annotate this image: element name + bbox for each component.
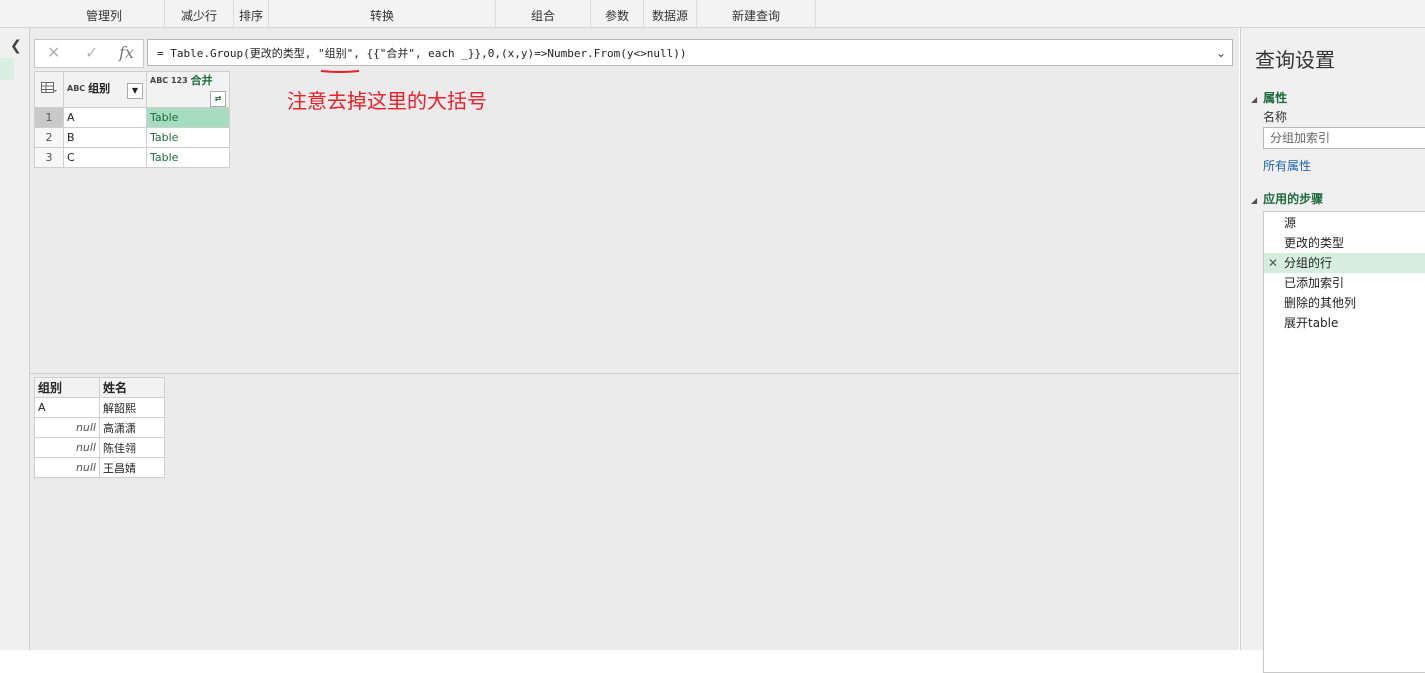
table-menu-icon[interactable] — [34, 71, 64, 108]
step-label: 更改的类型 — [1284, 236, 1345, 250]
ribbon-group-new-query[interactable]: 新建查询 — [697, 0, 816, 27]
collapse-triangle-icon[interactable]: ◢ — [1251, 196, 1257, 205]
collapse-triangle-icon[interactable]: ◢ — [1251, 95, 1257, 104]
step-item-active[interactable]: ✕ 分组的行 — [1264, 253, 1425, 273]
ribbon-groups: 管理列 减少行 排序 转换 组合 参数 数据源 新建查询 — [0, 0, 1425, 28]
ribbon-group-manage-columns[interactable]: 管理列 — [44, 0, 165, 27]
filter-dropdown-icon[interactable]: ▼ — [127, 83, 143, 99]
preview-header-name: 姓名 — [99, 377, 165, 398]
row-number[interactable]: 1 — [34, 107, 64, 128]
query-navigator-collapsed: ❮ — [0, 28, 30, 650]
any-type-icon[interactable]: ABC 123 — [150, 77, 188, 85]
step-label: 删除的其他列 — [1284, 296, 1357, 310]
ribbon-group-combine[interactable]: 组合 — [496, 0, 591, 27]
cell-group[interactable]: C — [63, 147, 147, 168]
properties-heading[interactable]: ◢ 属性 — [1251, 89, 1287, 106]
name-label: 名称 — [1263, 110, 1288, 124]
cell-table-link[interactable]: Table — [146, 107, 230, 128]
delete-step-icon[interactable]: ✕ — [1268, 253, 1278, 273]
ribbon-group-sort[interactable]: 排序 — [234, 0, 269, 27]
list-item: null 王昌婧 — [34, 457, 165, 478]
cell-group[interactable]: A — [63, 107, 147, 128]
step-item[interactable]: 展开table — [1264, 313, 1425, 333]
query-settings-title: 查询设置 — [1255, 48, 1335, 72]
step-item[interactable]: 删除的其他列 — [1264, 293, 1425, 313]
commit-icon[interactable]: ✓ — [85, 43, 98, 62]
cancel-icon[interactable]: ✕ — [47, 43, 60, 62]
step-label: 已添加索引 — [1284, 276, 1345, 290]
column-header-merge[interactable]: ABC 123 合并 ⇄ — [146, 71, 230, 108]
table-row[interactable]: 3 C Table — [34, 147, 230, 168]
row-number[interactable]: 3 — [34, 147, 64, 168]
step-label: 分组的行 — [1284, 256, 1333, 270]
ribbon-group-parameters[interactable]: 参数 — [591, 0, 644, 27]
all-properties-link[interactable]: 所有属性 — [1263, 157, 1311, 174]
table-row[interactable]: 2 B Table — [34, 127, 230, 148]
applied-steps-heading[interactable]: ◢ 应用的步骤 — [1251, 190, 1323, 207]
navigator-selected-query[interactable] — [0, 58, 14, 80]
query-settings-pane: 查询设置 ◢ 属性 名称 分组加索引 所有属性 ◢ 应用的步骤 源 更改的类型 ✕ 分… — [1240, 28, 1425, 673]
step-item[interactable]: 源 — [1264, 213, 1425, 233]
section-label: 属性 — [1263, 91, 1288, 105]
preview-cell-name: 王昌婧 — [99, 457, 165, 478]
preview-cell-group: null — [34, 437, 100, 458]
cell-table-link[interactable]: Table — [146, 127, 230, 148]
main-work-area: ✕ ✓ fx = Table.Group(更改的类型, "组别", {{"合并"… — [30, 28, 1239, 650]
preview-table: 组别 姓名 A 解韶熙 null 高潇潇 null 陈佳翎 null 王昌婧 — [34, 377, 165, 478]
list-item: A 解韶熙 — [34, 397, 165, 418]
column-name: 组别 — [88, 82, 111, 95]
applied-steps-list: 源 更改的类型 ✕ 分组的行 已添加索引 删除的其他列 展开table — [1263, 211, 1425, 673]
column-name: 合并 — [190, 74, 213, 87]
query-name-input[interactable]: 分组加索引 — [1263, 127, 1425, 149]
chevron-down-icon[interactable]: ⌄ — [1216, 40, 1226, 67]
ribbon-group-data-sources[interactable]: 数据源 — [644, 0, 697, 27]
preview-cell-group: null — [34, 417, 100, 438]
preview-cell-name: 陈佳翎 — [99, 437, 165, 458]
annotation-text: 注意去掉这里的大括号 — [287, 89, 487, 113]
row-number[interactable]: 2 — [34, 127, 64, 148]
step-item[interactable]: 更改的类型 — [1264, 233, 1425, 253]
red-underline-mark — [320, 70, 360, 73]
preview-header-group: 组别 — [34, 377, 100, 398]
table-row[interactable]: 1 A Table — [34, 107, 230, 128]
formula-text[interactable]: = Table.Group(更改的类型, "组别", {{"合并", each … — [157, 47, 686, 60]
preview-cell-group: null — [34, 457, 100, 478]
ribbon-group-reduce-rows[interactable]: 减少行 — [165, 0, 234, 27]
formula-input[interactable]: = Table.Group(更改的类型, "组别", {{"合并", each … — [147, 39, 1233, 66]
preview-cell-name: 高潇潇 — [99, 417, 165, 438]
text-type-icon[interactable]: ABC — [67, 85, 85, 93]
chevron-left-icon[interactable]: ❮ — [10, 38, 22, 54]
list-item: null 陈佳翎 — [34, 437, 165, 458]
list-item: null 高潇潇 — [34, 417, 165, 438]
expand-column-icon[interactable]: ⇄ — [210, 91, 226, 107]
cell-group[interactable]: B — [63, 127, 147, 148]
step-item[interactable]: 已添加索引 — [1264, 273, 1425, 293]
preview-cell-group: A — [34, 397, 100, 418]
formula-bar-buttons: ✕ ✓ fx — [34, 39, 144, 68]
preview-cell-name: 解韶熙 — [99, 397, 165, 418]
section-label: 应用的步骤 — [1263, 192, 1324, 206]
step-label: 源 — [1284, 216, 1297, 230]
column-header-group[interactable]: ABC 组别 ▼ — [63, 71, 147, 108]
fx-icon[interactable]: fx — [119, 43, 134, 62]
step-label: 展开table — [1284, 316, 1339, 330]
ribbon-group-transform[interactable]: 转换 — [269, 0, 496, 27]
result-table: ABC 组别 ▼ ABC 123 合并 ⇄ 1 A Table 2 B Table 3 … — [34, 71, 230, 168]
preview-divider[interactable] — [30, 373, 1239, 374]
cell-table-link[interactable]: Table — [146, 147, 230, 168]
